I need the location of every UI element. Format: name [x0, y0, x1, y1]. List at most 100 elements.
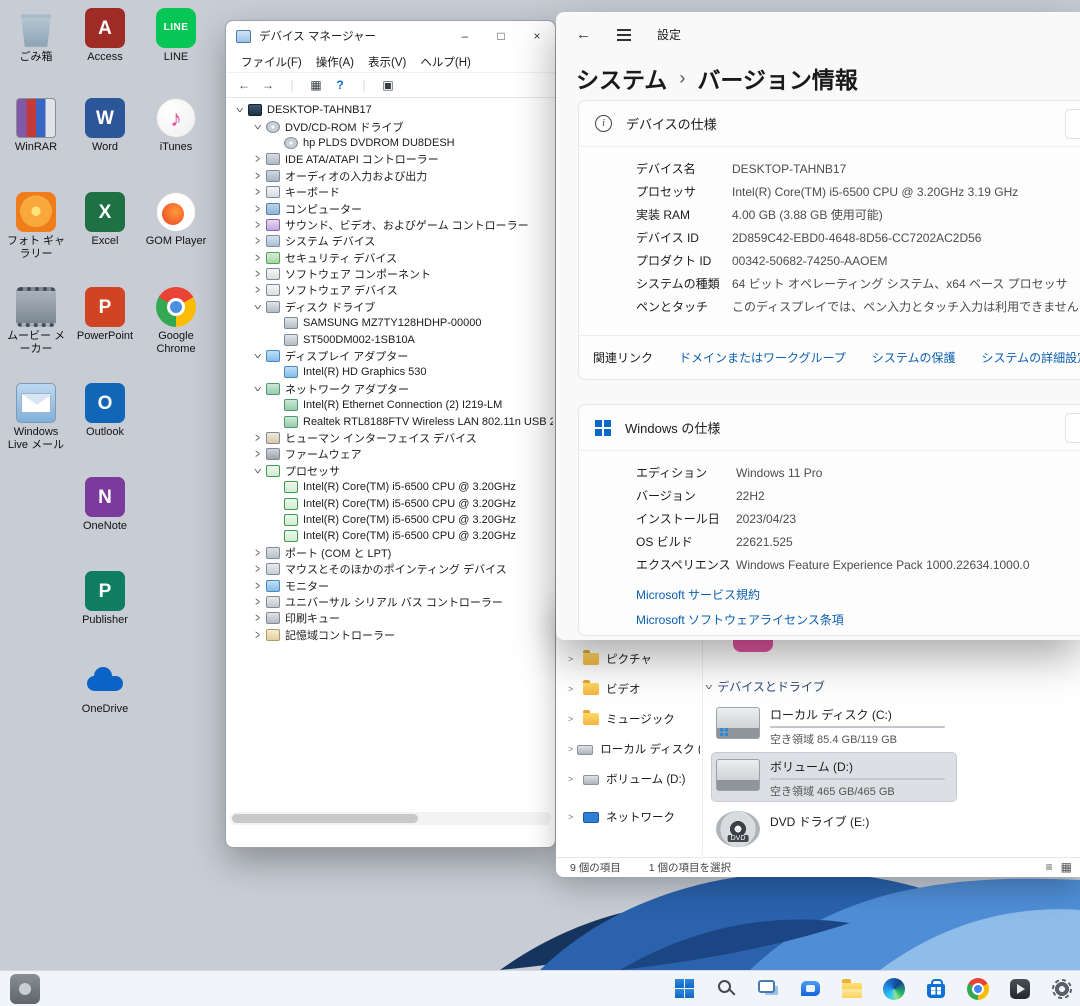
- tree-row[interactable]: セキュリティ デバイス: [228, 250, 553, 266]
- chevron-icon[interactable]: [252, 269, 264, 279]
- chevron-icon[interactable]: [252, 630, 264, 640]
- tree-row[interactable]: DVD/CD-ROM ドライブ: [228, 118, 553, 134]
- nav-item[interactable]: > ピクチャ: [560, 644, 700, 674]
- desktop-icon[interactable]: W Word: [73, 98, 137, 154]
- tree-row[interactable]: ファームウェア: [228, 446, 553, 462]
- chevron-icon[interactable]: [270, 138, 282, 148]
- title-bar[interactable]: デバイス マネージャー – □ ×: [226, 21, 555, 51]
- tree-row[interactable]: ヒューマン インターフェイス デバイス: [228, 430, 553, 446]
- tree-row[interactable]: hp PLDS DVDROM DU8DESH: [228, 135, 553, 151]
- taskbar-icon[interactable]: [958, 971, 998, 1006]
- chevron-icon[interactable]: >: [568, 714, 579, 724]
- taskbar-icon[interactable]: [706, 971, 746, 1006]
- back-icon[interactable]: ←: [576, 26, 591, 43]
- chevron-icon[interactable]: [252, 187, 264, 197]
- chevron-icon[interactable]: >: [568, 654, 579, 664]
- minimize-button[interactable]: –: [447, 21, 483, 51]
- nav-item[interactable]: > ローカル ディスク (: [560, 734, 700, 764]
- tree-row[interactable]: ポート (COM と LPT): [228, 545, 553, 561]
- chevron-icon[interactable]: [252, 433, 264, 443]
- chevron-icon[interactable]: [252, 171, 264, 181]
- chevron-icon[interactable]: [252, 154, 264, 164]
- license-link[interactable]: Microsoft ソフトウェアライセンス条項: [636, 611, 1080, 628]
- tree-row[interactable]: ユニバーサル シリアル バス コントローラー: [228, 594, 553, 610]
- desktop-icon[interactable]: GOM Player: [144, 192, 208, 248]
- desktop-icon[interactable]: Windows Live メール: [4, 383, 68, 451]
- desktop-icon[interactable]: ごみ箱: [4, 8, 68, 64]
- chevron-icon[interactable]: [270, 417, 282, 427]
- desktop-icon[interactable]: X Excel: [73, 192, 137, 248]
- chevron-icon[interactable]: [252, 449, 264, 459]
- tree-row[interactable]: システム デバイス: [228, 233, 553, 249]
- taskbar-icon[interactable]: [874, 971, 914, 1006]
- drive-item[interactable]: DVD DVD ドライブ (E:): [712, 808, 956, 856]
- taskbar-icon[interactable]: [664, 971, 704, 1006]
- menu-item[interactable]: 操作(A): [309, 52, 361, 72]
- tree-row[interactable]: ディスク ドライブ: [228, 299, 553, 315]
- chevron-icon[interactable]: [270, 499, 282, 509]
- corner-app-icon[interactable]: [10, 974, 40, 1004]
- tree-row[interactable]: オーディオの入力および出力: [228, 168, 553, 184]
- menu-item[interactable]: ファイル(F): [234, 52, 309, 72]
- chevron-icon[interactable]: [252, 122, 264, 132]
- toolbar-button-icon[interactable]: →: [258, 75, 278, 95]
- nav-item[interactable]: > ビデオ: [560, 674, 700, 704]
- scrollbar-thumb[interactable]: [232, 814, 418, 823]
- grid-view-icon[interactable]: ▦: [1061, 860, 1072, 874]
- menu-item[interactable]: 表示(V): [361, 52, 413, 72]
- close-button[interactable]: ×: [519, 21, 555, 51]
- menu-item[interactable]: ヘルプ(H): [413, 52, 477, 72]
- tree-row[interactable]: Realtek RTL8188FTV Wireless LAN 802.11n …: [228, 413, 553, 429]
- chevron-icon[interactable]: [252, 466, 264, 476]
- tree-row[interactable]: モニター: [228, 577, 553, 593]
- toolbar-button-icon[interactable]: ←: [234, 75, 254, 95]
- chevron-icon[interactable]: [252, 597, 264, 607]
- desktop-icon[interactable]: N OneNote: [73, 477, 137, 533]
- tree-row[interactable]: Intel(R) Core(TM) i5-6500 CPU @ 3.20GHz: [228, 495, 553, 511]
- chevron-icon[interactable]: >: [568, 812, 579, 822]
- tree-row[interactable]: Intel(R) Ethernet Connection (2) I219-LM: [228, 397, 553, 413]
- chevron-icon[interactable]: [270, 318, 282, 328]
- toolbar-button-icon[interactable]: ▣: [378, 75, 398, 95]
- breadcrumb-parent[interactable]: システム: [576, 61, 667, 95]
- tree-row[interactable]: ネットワーク アダプター: [228, 381, 553, 397]
- drive-item[interactable]: ボリューム (D:) 空き領域 465 GB/465 GB: [712, 753, 956, 801]
- taskbar-icon[interactable]: [790, 971, 830, 1006]
- tree-row[interactable]: ソフトウェア コンポーネント: [228, 266, 553, 282]
- copy-button[interactable]: [1065, 413, 1080, 443]
- taskbar-icon[interactable]: [1042, 971, 1080, 1006]
- desktop-icon[interactable]: OneDrive: [73, 660, 137, 716]
- chevron-icon[interactable]: [252, 548, 264, 558]
- chevron-icon[interactable]: [252, 285, 264, 295]
- related-link[interactable]: ドメインまたはワークグループ: [679, 351, 846, 365]
- tree-row[interactable]: Intel(R) Core(TM) i5-6500 CPU @ 3.20GHz: [228, 512, 553, 528]
- chevron-icon[interactable]: [252, 351, 264, 361]
- tree-row[interactable]: ディスプレイ アダプター: [228, 348, 553, 364]
- desktop-icon[interactable]: LINE LINE: [144, 8, 208, 64]
- toolbar-button-icon[interactable]: ▦: [306, 75, 326, 95]
- nav-item[interactable]: > ネットワーク: [560, 802, 700, 832]
- related-link[interactable]: システムの詳細設定: [981, 351, 1080, 365]
- desktop-icon[interactable]: Google Chrome: [144, 287, 208, 355]
- tree-row[interactable]: IDE ATA/ATAPI コントローラー: [228, 151, 553, 167]
- toolbar-button-icon[interactable]: ?: [330, 75, 350, 95]
- taskbar-icon[interactable]: [832, 971, 872, 1006]
- desktop-icon[interactable]: WinRAR: [4, 98, 68, 154]
- chevron-icon[interactable]: >: [568, 774, 579, 784]
- chevron-icon[interactable]: [270, 400, 282, 410]
- tree-row[interactable]: サウンド、ビデオ、およびゲーム コントローラー: [228, 217, 553, 233]
- desktop-icon[interactable]: P PowerPoint: [73, 287, 137, 343]
- chevron-icon[interactable]: [252, 253, 264, 263]
- chevron-icon[interactable]: [252, 220, 264, 230]
- nav-item[interactable]: > ボリューム (D:): [560, 764, 700, 794]
- chevron-icon[interactable]: [252, 564, 264, 574]
- list-view-icon[interactable]: ≡: [1046, 860, 1053, 874]
- tree-row[interactable]: マウスとそのほかのポインティング デバイス: [228, 561, 553, 577]
- desktop-icon[interactable]: フォト ギャラリー: [4, 192, 68, 260]
- desktop-icon[interactable]: O Outlook: [73, 383, 137, 439]
- copy-button[interactable]: [1065, 109, 1080, 139]
- tree-row[interactable]: DESKTOP-TAHNB17: [228, 102, 553, 118]
- taskbar-icon[interactable]: [916, 971, 956, 1006]
- tree-row[interactable]: ST500DM002-1SB10A: [228, 331, 553, 347]
- chevron-icon[interactable]: [252, 302, 264, 312]
